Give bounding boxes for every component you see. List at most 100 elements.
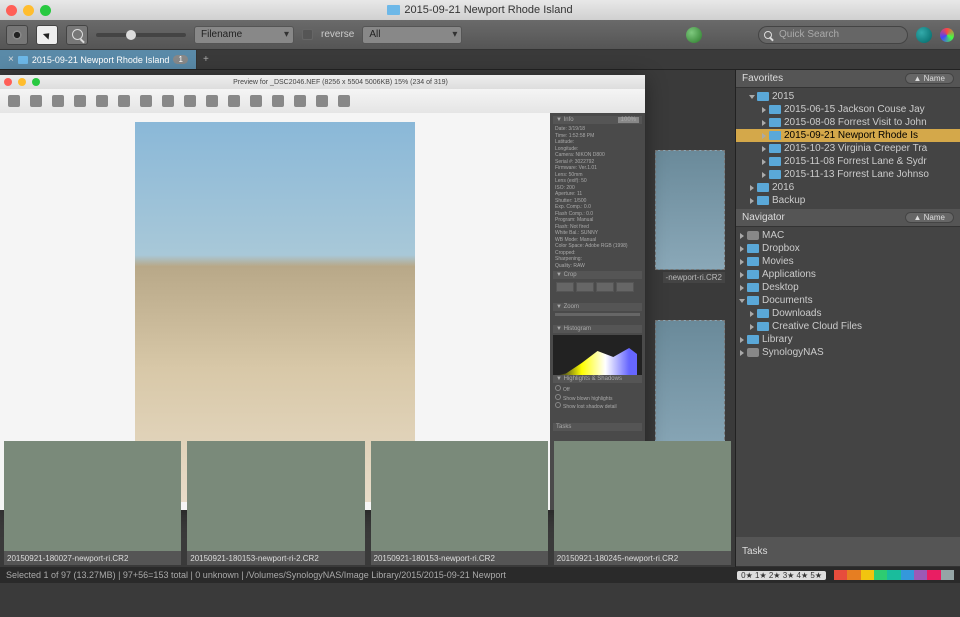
disclosure-icon[interactable] xyxy=(750,311,754,317)
navigator-item[interactable]: Documents xyxy=(736,294,960,307)
disclosure-icon[interactable] xyxy=(762,120,766,126)
favorites-item[interactable]: Backup xyxy=(736,194,960,207)
preview-tool[interactable] xyxy=(224,95,244,107)
minimize-icon[interactable] xyxy=(18,78,26,86)
navigator-item[interactable]: SynologyNAS xyxy=(736,346,960,359)
radio-option[interactable]: Show blown highlights xyxy=(555,394,640,403)
navigator-item[interactable]: Dropbox xyxy=(736,242,960,255)
disclosure-icon[interactable] xyxy=(762,159,766,165)
preview-tool[interactable] xyxy=(70,95,90,107)
disclosure-icon[interactable] xyxy=(749,95,755,99)
preview-tool[interactable] xyxy=(202,95,222,107)
sort-dropdown[interactable]: Filename xyxy=(194,26,294,44)
disclosure-icon[interactable] xyxy=(750,324,754,330)
new-tab-button[interactable]: + xyxy=(197,50,215,69)
thumbnail[interactable]: 20150921-180245-newport-ri.CR2 xyxy=(554,441,731,565)
crop-section-header[interactable]: ▼ Crop xyxy=(553,271,642,279)
pointer-tool-button[interactable] xyxy=(36,25,58,45)
favorites-item[interactable]: 2015-06-15 Jackson Couse Jay xyxy=(736,103,960,116)
disclosure-icon[interactable] xyxy=(762,172,766,178)
navigator-item[interactable]: MAC xyxy=(736,229,960,242)
preview-tool[interactable] xyxy=(268,95,288,107)
zoom-icon[interactable] xyxy=(32,78,40,86)
star-filter[interactable]: 0★ 1★ 2★ 3★ 4★ 5★ xyxy=(737,571,826,580)
disclosure-icon[interactable] xyxy=(740,337,744,343)
navigator-item[interactable]: Movies xyxy=(736,255,960,268)
disclosure-icon[interactable] xyxy=(740,285,744,291)
thumbnail[interactable]: 20150921-180027-newport-ri.CR2 xyxy=(4,441,181,565)
color-icon[interactable] xyxy=(940,28,954,42)
disclosure-icon[interactable] xyxy=(762,146,766,152)
disclosure-icon[interactable] xyxy=(750,185,754,191)
favorites-item[interactable]: 2015-10-23 Virginia Creeper Tra xyxy=(736,142,960,155)
thumbnail-partial[interactable] xyxy=(655,150,725,270)
disclosure-icon[interactable] xyxy=(739,299,745,303)
navigator-item[interactable]: Downloads xyxy=(736,307,960,320)
favorites-item[interactable]: 2016 xyxy=(736,181,960,194)
preview-tool[interactable] xyxy=(312,95,332,107)
navigator-item[interactable]: Library xyxy=(736,333,960,346)
tree-item-label: 2015-09-21 Newport Rhode Is xyxy=(784,130,918,141)
color-label-strip[interactable] xyxy=(834,570,954,580)
navigator-item[interactable]: Applications xyxy=(736,268,960,281)
quick-search-input[interactable]: Quick Search xyxy=(758,26,908,44)
settings-button[interactable] xyxy=(6,25,28,45)
radio-option[interactable]: Show lost shadow detail xyxy=(555,402,640,411)
tasks-section-header[interactable]: Tasks xyxy=(553,423,642,431)
right-sidebar: Favorites ▲ Name 20152015-06-15 Jackson … xyxy=(735,70,960,567)
preview-tool[interactable] xyxy=(26,95,46,107)
preview-traffic-lights[interactable] xyxy=(4,78,40,86)
disclosure-icon[interactable] xyxy=(740,350,744,356)
zoom-level[interactable]: 100% xyxy=(618,117,639,123)
folder-tab[interactable]: × 2015-09-21 Newport Rhode Island 1 xyxy=(0,50,197,69)
preview-tool[interactable] xyxy=(158,95,178,107)
preview-tool[interactable] xyxy=(92,95,112,107)
thumbnail[interactable]: 20150921-180153-newport-ri-2.CR2 xyxy=(187,441,364,565)
preview-tool[interactable] xyxy=(180,95,200,107)
disclosure-icon[interactable] xyxy=(762,133,766,139)
folder-icon xyxy=(769,170,781,179)
preview-tool[interactable] xyxy=(334,95,354,107)
disclosure-icon[interactable] xyxy=(740,233,744,239)
navigator-item[interactable]: Desktop xyxy=(736,281,960,294)
globe-icon[interactable] xyxy=(686,27,702,43)
histogram-section-header[interactable]: ▼ Histogram xyxy=(553,325,642,333)
favorites-item[interactable]: 2015-11-13 Forrest Lane Johnso xyxy=(736,168,960,181)
zoom-tool-button[interactable] xyxy=(66,25,88,45)
crop-button[interactable] xyxy=(576,282,594,292)
preview-tool[interactable] xyxy=(290,95,310,107)
radio-option[interactable]: Off xyxy=(555,385,640,394)
crop-button[interactable] xyxy=(616,282,634,292)
disclosure-icon[interactable] xyxy=(762,107,766,113)
close-icon[interactable] xyxy=(4,78,12,86)
disclosure-icon[interactable] xyxy=(740,272,744,278)
thumbnail[interactable]: 20150921-180153-newport-ri.CR2 xyxy=(371,441,548,565)
thumbnail-size-slider[interactable] xyxy=(96,33,186,37)
navigator-item[interactable]: Creative Cloud Files xyxy=(736,320,960,333)
crop-button[interactable] xyxy=(556,282,574,292)
crop-button[interactable] xyxy=(596,282,614,292)
preview-tool[interactable] xyxy=(48,95,68,107)
filter-dropdown[interactable]: All xyxy=(362,26,462,44)
favorites-item[interactable]: 2015-11-08 Forrest Lane & Sydr xyxy=(736,155,960,168)
reverse-checkbox[interactable] xyxy=(302,29,313,40)
favorites-item[interactable]: 2015-09-21 Newport Rhode Is xyxy=(736,129,960,142)
sync-icon[interactable] xyxy=(916,27,932,43)
preview-tool[interactable] xyxy=(4,95,24,107)
sort-name-button[interactable]: ▲ Name xyxy=(905,212,954,223)
disclosure-icon[interactable] xyxy=(750,198,754,204)
info-section-header[interactable]: ▼ Info100% xyxy=(553,116,642,124)
disclosure-icon[interactable] xyxy=(740,259,744,265)
preview-tool[interactable] xyxy=(246,95,266,107)
zoom-section-header[interactable]: ▼ Zoom xyxy=(553,303,642,311)
favorites-item[interactable]: 2015-08-08 Forrest Visit to John xyxy=(736,116,960,129)
highlights-section-header[interactable]: ▼ Highlights & Shadows xyxy=(553,375,642,383)
favorites-item[interactable]: 2015 xyxy=(736,90,960,103)
sort-name-button[interactable]: ▲ Name xyxy=(905,73,954,84)
folder-icon xyxy=(18,56,28,64)
disclosure-icon[interactable] xyxy=(740,246,744,252)
close-tab-icon[interactable]: × xyxy=(8,54,14,65)
preview-tool[interactable] xyxy=(136,95,156,107)
zoom-slider[interactable] xyxy=(555,313,640,316)
preview-tool[interactable] xyxy=(114,95,134,107)
